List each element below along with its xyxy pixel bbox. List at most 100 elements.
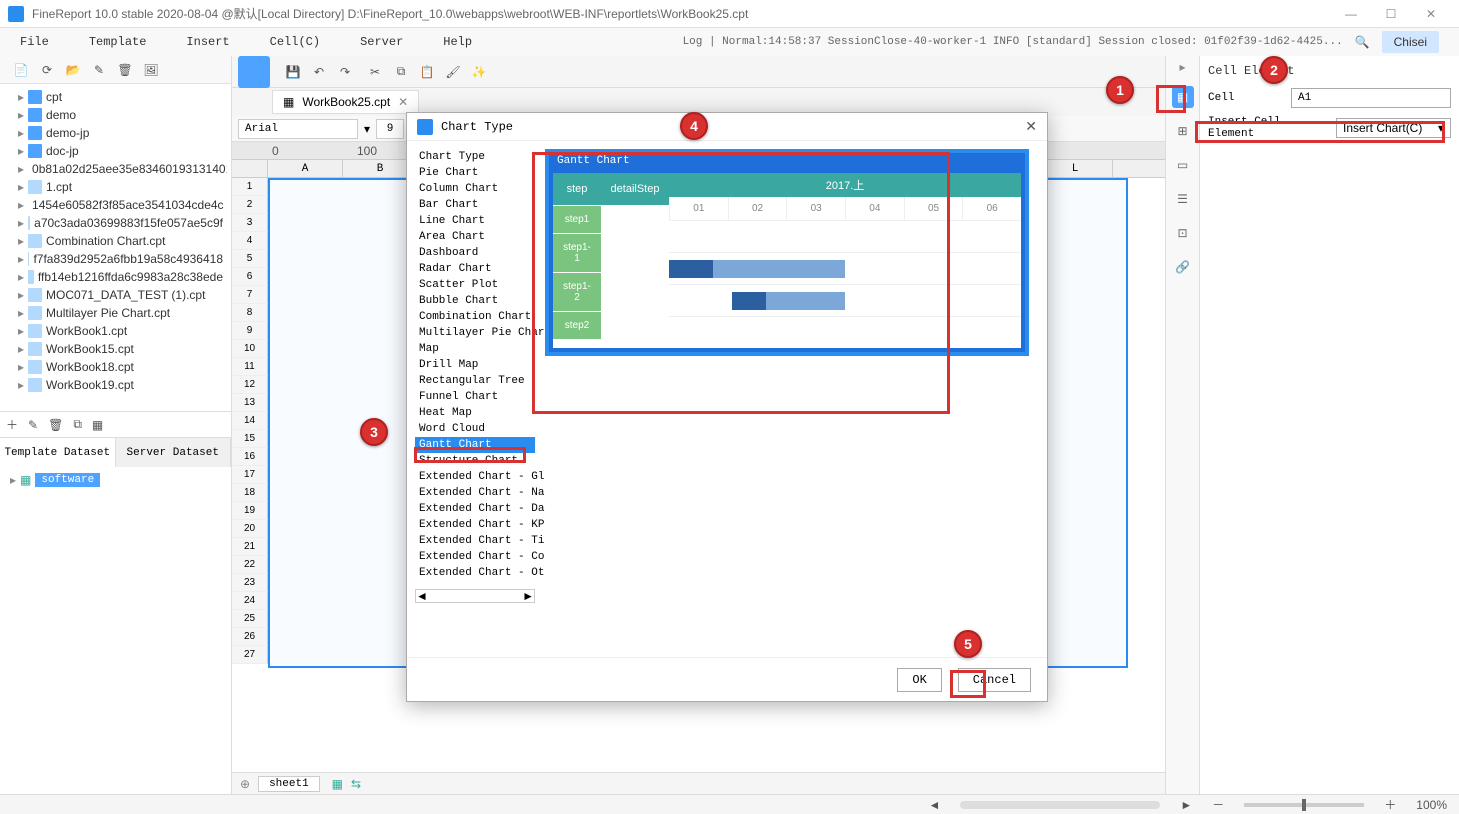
menu-server[interactable]: Server [360, 35, 403, 49]
dataset-item[interactable]: ▸▦software [4, 471, 227, 489]
dropdown-icon[interactable]: ▾ [364, 122, 370, 136]
chart-type-item[interactable]: Drill Map [415, 357, 535, 373]
preview-button[interactable] [238, 56, 270, 88]
tab-template-dataset[interactable]: Template Dataset [0, 438, 116, 467]
cell-element-icon[interactable]: ▦ [1172, 86, 1194, 108]
sheet-icon-1[interactable]: ▦ [332, 777, 343, 791]
filetree-item[interactable]: ▸cpt [4, 88, 227, 106]
chart-type-item[interactable]: Rectangular Tree [415, 373, 535, 389]
file-tree[interactable]: ▸cpt▸demo▸demo-jp▸doc-jp▸0b81a02d25aee35… [0, 84, 231, 411]
chart-type-item[interactable]: Scatter Plot [415, 277, 535, 293]
cut-icon[interactable]: ✂ [364, 61, 386, 83]
chart-type-item[interactable]: Area Chart [415, 229, 535, 245]
row-header[interactable]: 15 [232, 430, 268, 448]
delete-icon[interactable]: 🗑 [115, 60, 135, 80]
copy-icon[interactable]: ⧉ [390, 61, 412, 83]
menu-file[interactable]: File [20, 35, 49, 49]
rename-icon[interactable]: ✎ [89, 60, 109, 80]
filetree-item[interactable]: ▸demo-jp [4, 124, 227, 142]
chart-type-item[interactable]: Funnel Chart [415, 389, 535, 405]
undo-icon[interactable]: ↶ [308, 61, 330, 83]
picture-icon[interactable]: 🖼 [141, 60, 161, 80]
chart-type-item[interactable]: Dashboard [415, 245, 535, 261]
paste-icon[interactable]: 📋 [416, 61, 438, 83]
copy-dataset-icon[interactable]: ⧉ [73, 417, 82, 432]
filetree-item[interactable]: ▸Multilayer Pie Chart.cpt [4, 304, 227, 322]
chart-list-scrollbar[interactable]: ◄► [415, 589, 535, 603]
zoom-out-icon[interactable]: － [1212, 796, 1224, 813]
cancel-button[interactable]: Cancel [958, 668, 1031, 692]
dialog-close-icon[interactable]: ✕ [1025, 118, 1037, 135]
column-header[interactable]: L [1038, 160, 1113, 177]
row-header[interactable]: 13 [232, 394, 268, 412]
redo-icon[interactable]: ↷ [334, 61, 356, 83]
widget-icon[interactable]: ⊡ [1172, 222, 1194, 244]
minimize-button[interactable]: — [1331, 7, 1371, 21]
chart-type-item[interactable]: Column Chart [415, 181, 535, 197]
scrollbar-h[interactable] [960, 801, 1160, 809]
preview-frame[interactable]: Gantt Chart step detailStep step1step1-1… [545, 149, 1029, 356]
menu-insert[interactable]: Insert [186, 35, 229, 49]
chart-type-list[interactable]: Chart Type Pie ChartColumn ChartBar Char… [415, 149, 535, 649]
close-button[interactable]: ✕ [1411, 7, 1451, 21]
highlight-icon[interactable]: ✨ [468, 61, 490, 83]
row-header[interactable]: 3 [232, 214, 268, 232]
row-header[interactable]: 27 [232, 646, 268, 664]
collapse-rail-icon[interactable]: ▸ [1179, 60, 1185, 74]
row-header[interactable]: 11 [232, 358, 268, 376]
filetree-item[interactable]: ▸WorkBook18.cpt [4, 358, 227, 376]
chart-type-item[interactable]: Word Cloud [415, 421, 535, 437]
row-header[interactable]: 18 [232, 484, 268, 502]
chart-type-item[interactable]: Structure Chart [415, 453, 535, 469]
cell-attr-icon[interactable]: ⊞ [1172, 120, 1194, 142]
folder-open-icon[interactable]: 📂 [63, 60, 83, 80]
close-tab-icon[interactable]: ✕ [398, 95, 408, 109]
insert-element-select[interactable]: Insert Chart(C) ▾ [1336, 118, 1451, 138]
add-sheet-icon[interactable]: ⊕ [240, 777, 250, 791]
refresh-icon[interactable]: ⟳ [37, 60, 57, 80]
row-header[interactable]: 14 [232, 412, 268, 430]
add-dataset-icon[interactable]: ＋ [6, 416, 18, 433]
chart-type-item[interactable]: Heat Map [415, 405, 535, 421]
ok-button[interactable]: OK [897, 668, 941, 692]
chart-type-item[interactable]: Extended Chart - Ot [415, 565, 535, 581]
save-icon[interactable]: 💾 [282, 61, 304, 83]
sheet-tab[interactable]: sheet1 [258, 776, 320, 792]
tab-server-dataset[interactable]: Server Dataset [116, 438, 232, 467]
filetree-item[interactable]: ▸0b81a02d25aee35e83460193131401 [4, 160, 227, 178]
row-header[interactable]: 19 [232, 502, 268, 520]
row-header[interactable]: 1 [232, 178, 268, 196]
chart-type-item[interactable]: Radar Chart [415, 261, 535, 277]
preview-dataset-icon[interactable]: ▦ [92, 418, 103, 432]
sheet-icon-2[interactable]: ⇆ [351, 777, 361, 791]
filetree-item[interactable]: ▸a70c3ada03699883f15fe057ae5c9f [4, 214, 227, 232]
row-header[interactable]: 21 [232, 538, 268, 556]
font-name-select[interactable] [238, 119, 358, 139]
maximize-button[interactable]: ☐ [1371, 7, 1411, 21]
row-header[interactable]: 16 [232, 448, 268, 466]
row-header[interactable]: 6 [232, 268, 268, 286]
row-header[interactable]: 9 [232, 322, 268, 340]
filetree-item[interactable]: ▸doc-jp [4, 142, 227, 160]
chart-type-item[interactable]: Line Chart [415, 213, 535, 229]
row-header[interactable]: 25 [232, 610, 268, 628]
row-header[interactable]: 4 [232, 232, 268, 250]
zoom-slider[interactable] [1244, 803, 1364, 807]
chart-type-item[interactable]: Extended Chart - KP [415, 517, 535, 533]
menu-template[interactable]: Template [89, 35, 147, 49]
format-painter-icon[interactable]: 🖌 [442, 61, 464, 83]
search-icon[interactable]: 🔍 [1355, 35, 1370, 49]
chart-type-item[interactable]: Extended Chart - Co [415, 549, 535, 565]
chart-type-item[interactable]: Bar Chart [415, 197, 535, 213]
scroll-left-icon[interactable]: ◄ [928, 798, 940, 812]
chart-type-item[interactable]: Multilayer Pie Char [415, 325, 535, 341]
menu-cell[interactable]: Cell(C) [270, 35, 320, 49]
user-badge[interactable]: Chisei [1382, 31, 1439, 53]
row-header[interactable]: 24 [232, 592, 268, 610]
filetree-item[interactable]: ▸ffb14eb1216ffda6c9983a28c38ede [4, 268, 227, 286]
document-tab[interactable]: ▦ WorkBook25.cpt ✕ [272, 90, 419, 114]
cell-value-input[interactable] [1291, 88, 1451, 108]
chart-type-item[interactable]: Bubble Chart [415, 293, 535, 309]
column-header[interactable]: A [268, 160, 343, 177]
row-header[interactable]: 12 [232, 376, 268, 394]
